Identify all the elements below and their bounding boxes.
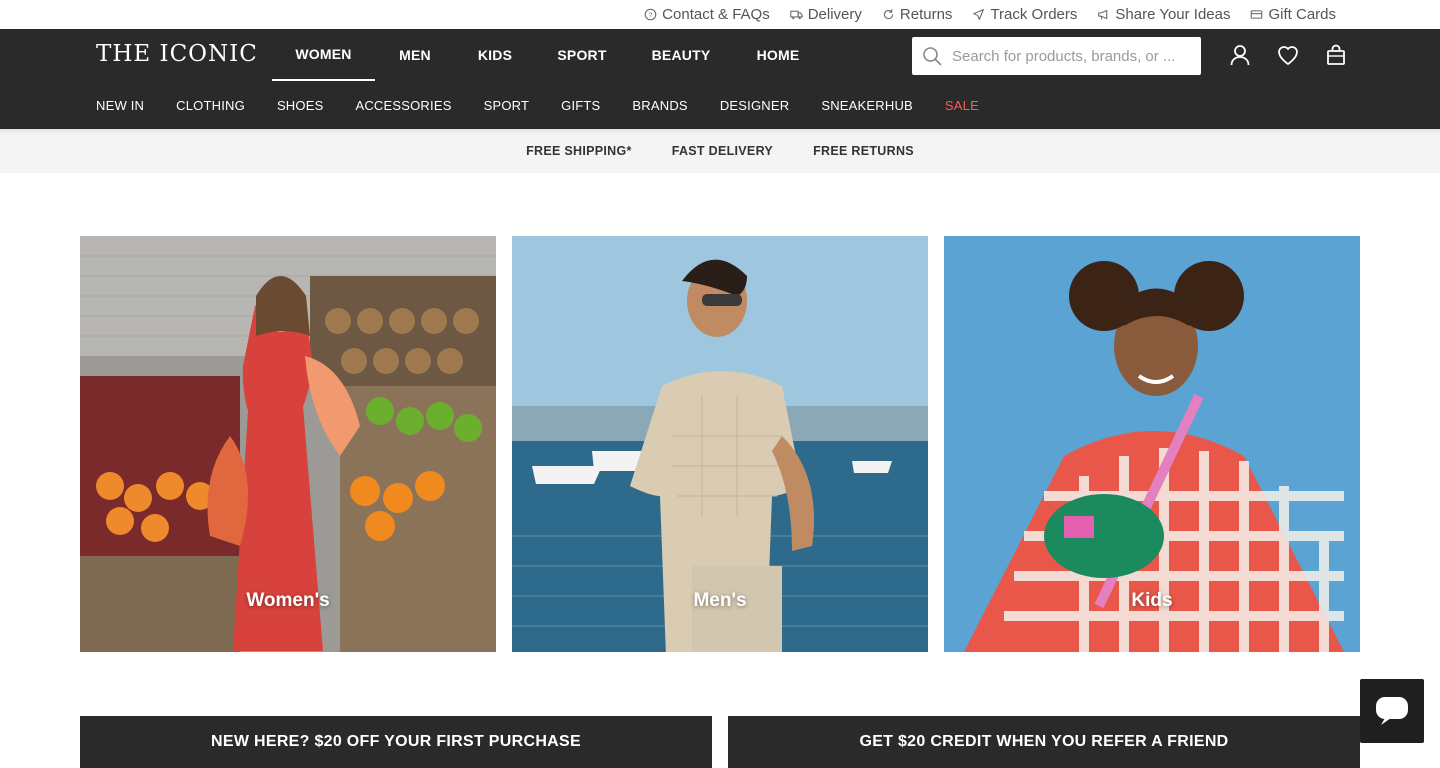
returns-link[interactable]: Returns [882, 6, 953, 23]
help-circle-icon: ? [644, 8, 657, 21]
tab-beauty[interactable]: BEAUTY [629, 29, 733, 81]
tab-sport[interactable]: SPORT [535, 29, 629, 81]
sub-nav-designer[interactable]: DESIGNER [720, 98, 790, 113]
sub-nav-sale[interactable]: SALE [945, 98, 979, 113]
womens-card-label: Women's [246, 590, 330, 611]
sub-nav-gifts[interactable]: GIFTS [561, 98, 600, 113]
search-box[interactable] [912, 37, 1201, 75]
search-input[interactable] [952, 47, 1192, 65]
promo-banners: NEW HERE? $20 OFF YOUR FIRST PURCHASE GE… [80, 716, 1360, 768]
gift-cards-label: Gift Cards [1268, 6, 1336, 23]
account-icon[interactable] [1228, 43, 1252, 67]
returns-label: Returns [899, 6, 953, 23]
tab-kids[interactable]: KIDS [455, 29, 535, 81]
track-orders-label: Track Orders [990, 6, 1078, 23]
wishlist-heart-icon[interactable] [1276, 43, 1300, 67]
sub-nav-clothing[interactable]: CLOTHING [176, 98, 245, 113]
kids-card-label: Kids [1131, 590, 1173, 611]
promo-strip: FREE SHIPPING* FAST DELIVERY FREE RETURN… [0, 129, 1440, 173]
contact-faqs-label: Contact & FAQs [662, 6, 770, 23]
main-nav: WOMEN MEN KIDS SPORT BEAUTY HOME [272, 29, 823, 81]
sub-nav-brands[interactable]: BRANDS [632, 98, 687, 113]
tab-men[interactable]: MEN [375, 29, 455, 81]
refresh-icon [883, 9, 893, 20]
womens-category-card[interactable]: Women's [80, 236, 496, 652]
site-logo[interactable]: THE ICONIC [96, 41, 258, 67]
contact-faqs-link[interactable]: ? Contact & FAQs [644, 6, 770, 23]
sub-nav-accessories[interactable]: ACCESSORIES [355, 98, 451, 113]
kids-category-card[interactable]: Kids [944, 236, 1360, 652]
category-cards: Women's Men's Kids [80, 236, 1360, 652]
search-icon [923, 47, 942, 66]
utility-bar: ? Contact & FAQs Delivery Returns Track … [0, 0, 1440, 29]
tab-home[interactable]: HOME [733, 29, 823, 81]
share-ideas-link[interactable]: Share Your Ideas [1097, 6, 1230, 23]
gift-cards-link[interactable]: Gift Cards [1250, 6, 1336, 23]
sub-nav-sport[interactable]: SPORT [484, 98, 530, 113]
megaphone-icon [1098, 9, 1108, 20]
promo-free-shipping[interactable]: FREE SHIPPING* [526, 144, 632, 158]
delivery-link[interactable]: Delivery [790, 6, 862, 23]
promo-fast-delivery[interactable]: FAST DELIVERY [672, 144, 773, 158]
tab-women[interactable]: WOMEN [272, 29, 375, 81]
main-header: THE ICONIC WOMEN MEN KIDS SPORT BEAUTY H… [0, 29, 1440, 129]
utility-links: ? Contact & FAQs Delivery Returns Track … [644, 6, 1336, 23]
delivery-label: Delivery [807, 6, 862, 23]
shopping-bag-icon[interactable] [1324, 43, 1348, 67]
truck-icon [790, 10, 803, 20]
sub-nav: NEW IN CLOTHING SHOES ACCESSORIES SPORT … [96, 98, 979, 113]
promo-free-returns[interactable]: FREE RETURNS [813, 144, 914, 158]
share-ideas-label: Share Your Ideas [1115, 6, 1231, 23]
svg-text:?: ? [649, 12, 653, 19]
sub-nav-new-in[interactable]: NEW IN [96, 98, 144, 113]
sub-nav-sneakerhub[interactable]: SNEAKERHUB [821, 98, 913, 113]
gift-card-icon [1251, 10, 1263, 19]
mens-category-card[interactable]: Men's [512, 236, 928, 652]
refer-friend-banner[interactable]: GET $20 CREDIT WHEN YOU REFER A FRIEND [728, 716, 1360, 768]
track-orders-link[interactable]: Track Orders [972, 6, 1077, 23]
sub-nav-shoes[interactable]: SHOES [277, 98, 324, 113]
send-icon [973, 9, 985, 20]
mens-card-label: Men's [693, 590, 747, 611]
chat-bubble-icon [1376, 697, 1408, 725]
chat-button[interactable] [1360, 679, 1424, 743]
first-purchase-banner[interactable]: NEW HERE? $20 OFF YOUR FIRST PURCHASE [80, 716, 712, 768]
